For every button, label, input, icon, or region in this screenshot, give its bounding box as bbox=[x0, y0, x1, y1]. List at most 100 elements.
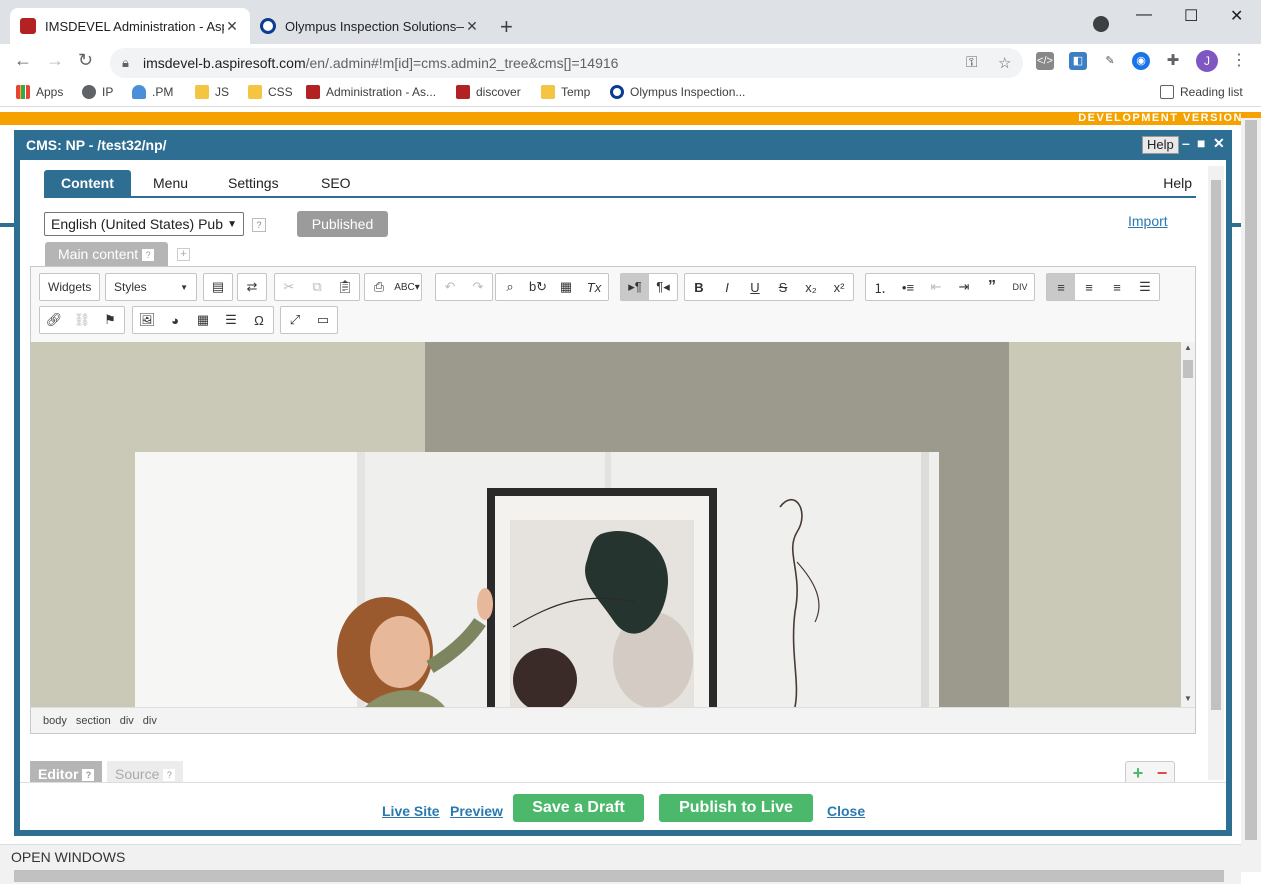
paste-icon[interactable]: 📋︎ bbox=[331, 274, 359, 300]
back-icon[interactable]: ← bbox=[14, 50, 32, 71]
undo-icon[interactable]: ↶ bbox=[436, 274, 464, 300]
page-vertical-scrollbar[interactable] bbox=[1241, 118, 1261, 872]
numbered-list-icon[interactable]: ⒈ bbox=[866, 274, 894, 300]
show-blocks-icon[interactable]: ▭ bbox=[309, 307, 337, 333]
anchor-flag-icon[interactable]: ⚑ bbox=[96, 307, 124, 333]
dialog-scrollbar[interactable] bbox=[1208, 166, 1224, 780]
editor-content-area[interactable]: ▲ ▼ bbox=[31, 342, 1195, 707]
extensions-puzzle-icon[interactable]: ✚ bbox=[1164, 52, 1182, 70]
find-icon[interactable]: ⌕ bbox=[496, 274, 524, 300]
rtl-icon[interactable]: ¶◂ bbox=[649, 274, 677, 300]
bookmark-ip[interactable]: IP bbox=[82, 85, 113, 99]
close-window-icon[interactable]: ✕ bbox=[1230, 6, 1243, 26]
path-div[interactable]: div bbox=[143, 715, 157, 727]
save-draft-button[interactable]: Save a Draft bbox=[513, 794, 644, 822]
outdent-icon[interactable]: ⇤ bbox=[922, 274, 950, 300]
select-all-icon[interactable]: ▦ bbox=[552, 274, 580, 300]
editor-scrollbar[interactable]: ▲ ▼ bbox=[1181, 342, 1195, 707]
tab-menu[interactable]: Menu bbox=[136, 170, 205, 196]
dialog-help-button[interactable]: Help bbox=[1142, 136, 1179, 154]
close-tab-icon[interactable]: ✕ bbox=[464, 18, 480, 35]
devtools-extension-icon[interactable]: </> bbox=[1036, 52, 1054, 70]
link-icon[interactable]: 🔗︎ bbox=[40, 307, 68, 333]
close-tab-icon[interactable]: ✕ bbox=[224, 18, 240, 35]
bookmark-apps[interactable]: Apps bbox=[16, 85, 63, 99]
bold-icon[interactable]: B bbox=[685, 274, 713, 300]
browser-menu-icon[interactable]: ⋮ bbox=[1230, 52, 1248, 70]
bookmark-olympus[interactable]: Olympus Inspection... bbox=[610, 85, 745, 99]
hero-image[interactable] bbox=[135, 452, 939, 707]
close-link[interactable]: Close bbox=[827, 803, 865, 819]
publish-to-live-button[interactable]: Publish to Live bbox=[659, 794, 813, 822]
address-bar[interactable]: 🔒︎ imsdevel-b.aspiresoft.com/en/.admin#!… bbox=[110, 48, 1023, 78]
path-section[interactable]: section bbox=[76, 715, 111, 727]
language-select[interactable]: English (United States) Pub ▼ bbox=[44, 212, 244, 236]
help-icon[interactable]: ? bbox=[252, 218, 266, 232]
extension-icon[interactable]: ◧ bbox=[1069, 52, 1087, 70]
eye-extension-icon[interactable]: ◉ bbox=[1132, 52, 1150, 70]
minus-icon[interactable]: − bbox=[1157, 763, 1168, 784]
special-char-icon[interactable]: Ω bbox=[245, 307, 273, 333]
subscript-icon[interactable]: x₂ bbox=[797, 274, 825, 300]
page-horizontal-scrollbar[interactable] bbox=[0, 868, 1241, 884]
remove-format-icon[interactable]: Tx bbox=[580, 274, 608, 300]
align-left-icon[interactable]: ≡ bbox=[1047, 274, 1075, 300]
tab-content[interactable]: Content bbox=[44, 170, 131, 196]
strikethrough-icon[interactable]: S bbox=[769, 274, 797, 300]
cut-icon[interactable]: ✂ bbox=[275, 274, 303, 300]
maximize-icon[interactable]: ⤢ bbox=[281, 307, 309, 333]
redo-icon[interactable]: ↷ bbox=[464, 274, 492, 300]
bookmark-star-icon[interactable]: ☆ bbox=[998, 54, 1011, 72]
tabs-help-link[interactable]: Help bbox=[1163, 175, 1192, 191]
bookmark-js[interactable]: JS bbox=[195, 85, 229, 99]
main-content-tab[interactable]: Main content? bbox=[45, 242, 169, 266]
widgets-dropdown[interactable]: Widgets bbox=[40, 274, 99, 300]
bookmark-discover[interactable]: discover bbox=[456, 85, 521, 99]
key-icon[interactable]: ⚿ bbox=[966, 54, 977, 71]
add-content-tab-button[interactable]: + bbox=[177, 248, 190, 261]
italic-icon[interactable]: I bbox=[713, 274, 741, 300]
translate-icon[interactable]: ⇄ bbox=[238, 274, 266, 300]
styles-dropdown[interactable]: Styles ▼ bbox=[106, 274, 196, 300]
reload-icon[interactable]: ↻ bbox=[78, 50, 93, 71]
bookmark-administration[interactable]: Administration - As... bbox=[306, 85, 436, 99]
path-div[interactable]: div bbox=[120, 715, 134, 727]
open-windows-bar[interactable]: OPEN WINDOWS bbox=[0, 844, 1241, 868]
replace-icon[interactable]: b↻ bbox=[524, 274, 552, 300]
help-icon[interactable]: ? bbox=[142, 249, 155, 262]
blockquote-icon[interactable]: ” bbox=[978, 274, 1006, 300]
tab-search-icon[interactable] bbox=[1093, 16, 1109, 32]
align-center-icon[interactable]: ≡ bbox=[1075, 274, 1103, 300]
flash-icon[interactable]: ◕ bbox=[161, 307, 189, 333]
published-status-badge[interactable]: Published bbox=[297, 211, 388, 237]
unlink-icon[interactable]: ⛓ bbox=[68, 307, 96, 333]
dialog-close-icon[interactable]: ✕ bbox=[1213, 135, 1225, 152]
live-site-link[interactable]: Live Site bbox=[382, 803, 440, 819]
browser-tab-active[interactable]: IMSDEVEL Administration - Aspir ✕ bbox=[10, 8, 250, 44]
preview-link[interactable]: Preview bbox=[450, 803, 503, 819]
align-justify-icon[interactable]: ☰ bbox=[1131, 274, 1159, 300]
dialog-minimize-icon[interactable]: – bbox=[1182, 135, 1190, 151]
maximize-window-icon[interactable]: ☐ bbox=[1184, 6, 1198, 26]
bookmark-pm[interactable]: .PM bbox=[132, 85, 173, 99]
image-icon[interactable]: 🖼︎ bbox=[133, 307, 161, 333]
spellcheck-icon[interactable]: ABC▾ bbox=[393, 274, 421, 300]
forward-icon[interactable]: → bbox=[46, 50, 64, 71]
dialog-maximize-icon[interactable]: ■ bbox=[1197, 135, 1205, 151]
bookmark-css[interactable]: CSS bbox=[248, 85, 293, 99]
browser-tab[interactable]: Olympus Inspection Solutions— ✕ bbox=[250, 8, 490, 44]
minimize-window-icon[interactable]: — bbox=[1136, 6, 1152, 24]
tab-seo[interactable]: SEO bbox=[304, 170, 368, 196]
bulleted-list-icon[interactable]: •≡ bbox=[894, 274, 922, 300]
edit-extension-icon[interactable]: ✎ bbox=[1101, 52, 1119, 70]
superscript-icon[interactable]: x² bbox=[825, 274, 853, 300]
indent-icon[interactable]: ⇥ bbox=[950, 274, 978, 300]
scroll-up-icon[interactable]: ▲ bbox=[1184, 343, 1192, 352]
table-icon[interactable]: ▦ bbox=[189, 307, 217, 333]
help-icon[interactable]: ? bbox=[163, 769, 176, 782]
bookmark-temp[interactable]: Temp bbox=[541, 85, 590, 99]
scroll-down-icon[interactable]: ▼ bbox=[1184, 694, 1192, 703]
path-body[interactable]: body bbox=[43, 715, 67, 727]
underline-icon[interactable]: U bbox=[741, 274, 769, 300]
document-icon[interactable]: ▤ bbox=[204, 274, 232, 300]
